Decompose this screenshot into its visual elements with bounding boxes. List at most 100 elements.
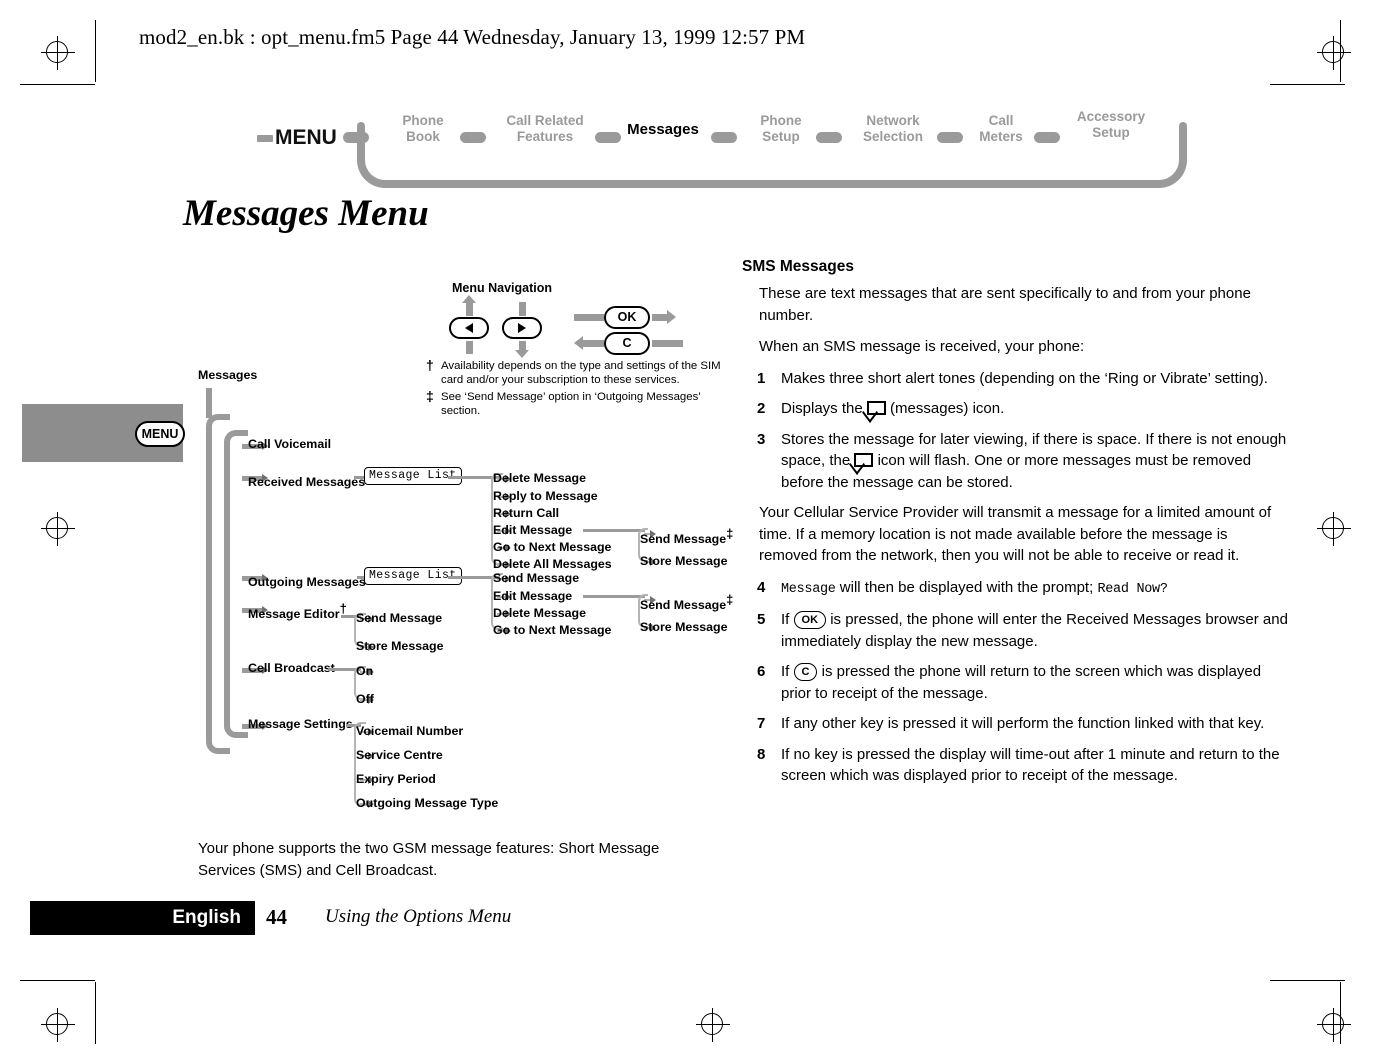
left-paragraph: Your phone supports the two GSM message …: [198, 840, 660, 879]
tree-leaf-edit-message: Edit Message: [493, 523, 573, 537]
sms-step-8: 8 If no key is pressed the display will …: [757, 744, 1290, 787]
ok-key-icon[interactable]: OK: [793, 611, 827, 629]
tree-node-label: Call Voicemail: [248, 437, 332, 451]
breadcrumb-connector: [460, 132, 486, 143]
ok-arrow-head-icon: [667, 310, 676, 324]
breadcrumb-item-line1: Phone: [402, 113, 444, 128]
crop-mark: [1340, 20, 1341, 82]
tree-leaf-expiry-period: Expiry Period: [356, 772, 436, 786]
crop-mark: [95, 982, 96, 1044]
ok-bar-left: [574, 314, 604, 321]
tree-node-label: Outgoing Messages: [248, 575, 366, 590]
step-text-mid: will then be displayed with the prompt;: [839, 578, 1094, 596]
tree-leaf-store-message-editor: Store Message: [356, 639, 444, 653]
c-key-icon[interactable]: C: [604, 332, 650, 355]
breadcrumb-track-cap-right: [1179, 122, 1187, 140]
step-text-b: is pressed, the phone will enter the Rec…: [781, 611, 1288, 650]
ok-key-icon[interactable]: OK: [604, 306, 650, 329]
tree-leaf-edit-message-outgoing: Edit Message: [493, 589, 573, 603]
crop-mark: [1270, 84, 1345, 85]
sms-intro-1: These are text messages that are sent sp…: [759, 285, 1251, 324]
breadcrumb-item-phone-book[interactable]: Phone Book: [383, 113, 463, 145]
breadcrumb-connector: [711, 132, 737, 143]
registration-mark-mid-right: [1317, 512, 1351, 546]
registration-mark-bottom-left: [41, 1008, 75, 1042]
c-key-icon[interactable]: C: [793, 663, 818, 681]
page-title: Messages Menu: [183, 193, 429, 234]
footer-page-number: 44: [266, 905, 287, 929]
tree-leaf-delete-message-outgoing: Delete Message: [493, 606, 586, 620]
tree-lcd-message-list-outgoing: Message List: [364, 567, 462, 585]
envelope-icon: [866, 401, 886, 415]
tree-node-received-messages: Received Messages†: [248, 469, 372, 489]
menu-dash-icon: [257, 135, 273, 142]
breadcrumb-item-messages[interactable]: Messages: [613, 122, 713, 138]
sms-intro-2: When an SMS message is received, your ph…: [759, 338, 1085, 355]
breadcrumb-item-network-selection[interactable]: Network Selection: [845, 113, 941, 145]
manual-page: mod2_en.bk : opt_menu.fm5 Page 44 Wednes…: [0, 0, 1391, 1062]
crop-mark: [20, 84, 95, 85]
breadcrumb-item-line1: Accessory: [1076, 109, 1146, 124]
breadcrumb-item-line1: Phone: [760, 113, 802, 128]
breadcrumb-item-line2: Features: [516, 129, 574, 144]
tree-leaf-reply-to-message: Reply to Message: [493, 489, 598, 503]
breadcrumb-item-call-related-features[interactable]: Call Related Features: [491, 113, 599, 145]
tree-node-message-editor: Message Editor†: [248, 601, 347, 621]
tree-leaf-send-message-outgoing: Send Message: [493, 571, 580, 585]
down-arrow-stem: [519, 302, 526, 316]
c-arrow-head-icon: [574, 336, 583, 350]
tree-node-label: Message Editor: [248, 607, 340, 622]
step-number: 2: [757, 400, 766, 417]
sms-step-5: 5 If OK is pressed, the phone will enter…: [757, 609, 1290, 652]
tree-connector: [583, 529, 645, 532]
left-arrow-key-icon[interactable]: [449, 317, 489, 339]
sms-step-1: 1 Makes three short alert tones (dependi…: [757, 368, 1290, 390]
breadcrumb: MENU Phone Book Call Related Features Me…: [257, 108, 1200, 188]
tree-node-outgoing-messages: Outgoing Messages†: [248, 569, 373, 589]
up-arrow-stem: [466, 302, 473, 316]
step-number: 3: [757, 430, 766, 448]
breadcrumb-item-line1: Call: [988, 113, 1014, 128]
up-arrow-head-icon: [462, 295, 476, 303]
tree-leaf-on: On: [356, 664, 374, 678]
breadcrumb-connector: [816, 132, 842, 143]
breadcrumb-item-phone-setup[interactable]: Phone Setup: [743, 113, 819, 145]
tree-leaf-voicemail-number: Voicemail Number: [356, 724, 464, 738]
sms-step-3: 3 Stores the message for later viewing, …: [757, 429, 1290, 494]
step-text: If any other key is pressed it will perf…: [781, 715, 1265, 732]
tree-leaf-delete-all-messages: Delete All Messages: [493, 557, 612, 571]
step-text-a: If: [781, 663, 790, 680]
step-text-a: If: [781, 611, 790, 628]
registration-mark-top-left: [41, 36, 75, 70]
lcd-text-message: Message: [781, 581, 836, 597]
messages-menu-tree: Messages Call Voicemail Received Message…: [198, 368, 733, 818]
sms-step-4: 4 Message will then be displayed with th…: [757, 577, 1290, 601]
breadcrumb-item-accessory-setup[interactable]: Accessory Setup: [1063, 109, 1159, 141]
down-arrow-head-icon: [515, 350, 529, 358]
step-number: 7: [757, 715, 766, 732]
tree-leaf-go-to-next-message-outgoing: Go to Next Message: [493, 623, 612, 637]
sms-mid-paragraph: Your Cellular Service Provider will tran…: [759, 504, 1272, 564]
step-number: 6: [757, 663, 766, 680]
lcd-text-read-now: Read Now?: [1097, 581, 1168, 597]
side-tab-menu: MENU: [22, 404, 185, 462]
step-text-b: is pressed the phone will return to the …: [781, 663, 1262, 702]
breadcrumb-item-line2: Setup: [762, 129, 800, 144]
crop-mark: [1270, 980, 1345, 981]
tree-node-label: Received Messages: [248, 475, 366, 490]
tree-leaf-dagger: ‡: [726, 526, 734, 541]
tree-leaf-service-centre: Service Centre: [356, 748, 443, 762]
breadcrumb-item-call-meters[interactable]: Call Meters: [965, 113, 1037, 145]
tree-node-call-voicemail: Call Voicemail: [248, 437, 331, 451]
tree-root-label: Messages: [198, 368, 258, 382]
tree-node-dagger: †: [339, 601, 347, 616]
tree-leaf-go-to-next-message: Go to Next Message: [493, 540, 612, 554]
c-bar-right: [652, 340, 683, 347]
sms-heading: SMS Messages: [742, 258, 854, 275]
breadcrumb-item-line1: Call Related: [506, 113, 584, 128]
right-arrow-key-icon[interactable]: [502, 317, 542, 339]
tree-leaf-send-message-editor: Send Message: [356, 611, 443, 625]
step-text-b: (messages) icon.: [890, 400, 1005, 417]
tree-node-cell-broadcast: Cell Broadcast: [248, 661, 335, 675]
step-text-b: icon will flash. One or more messages mu…: [781, 452, 1252, 491]
